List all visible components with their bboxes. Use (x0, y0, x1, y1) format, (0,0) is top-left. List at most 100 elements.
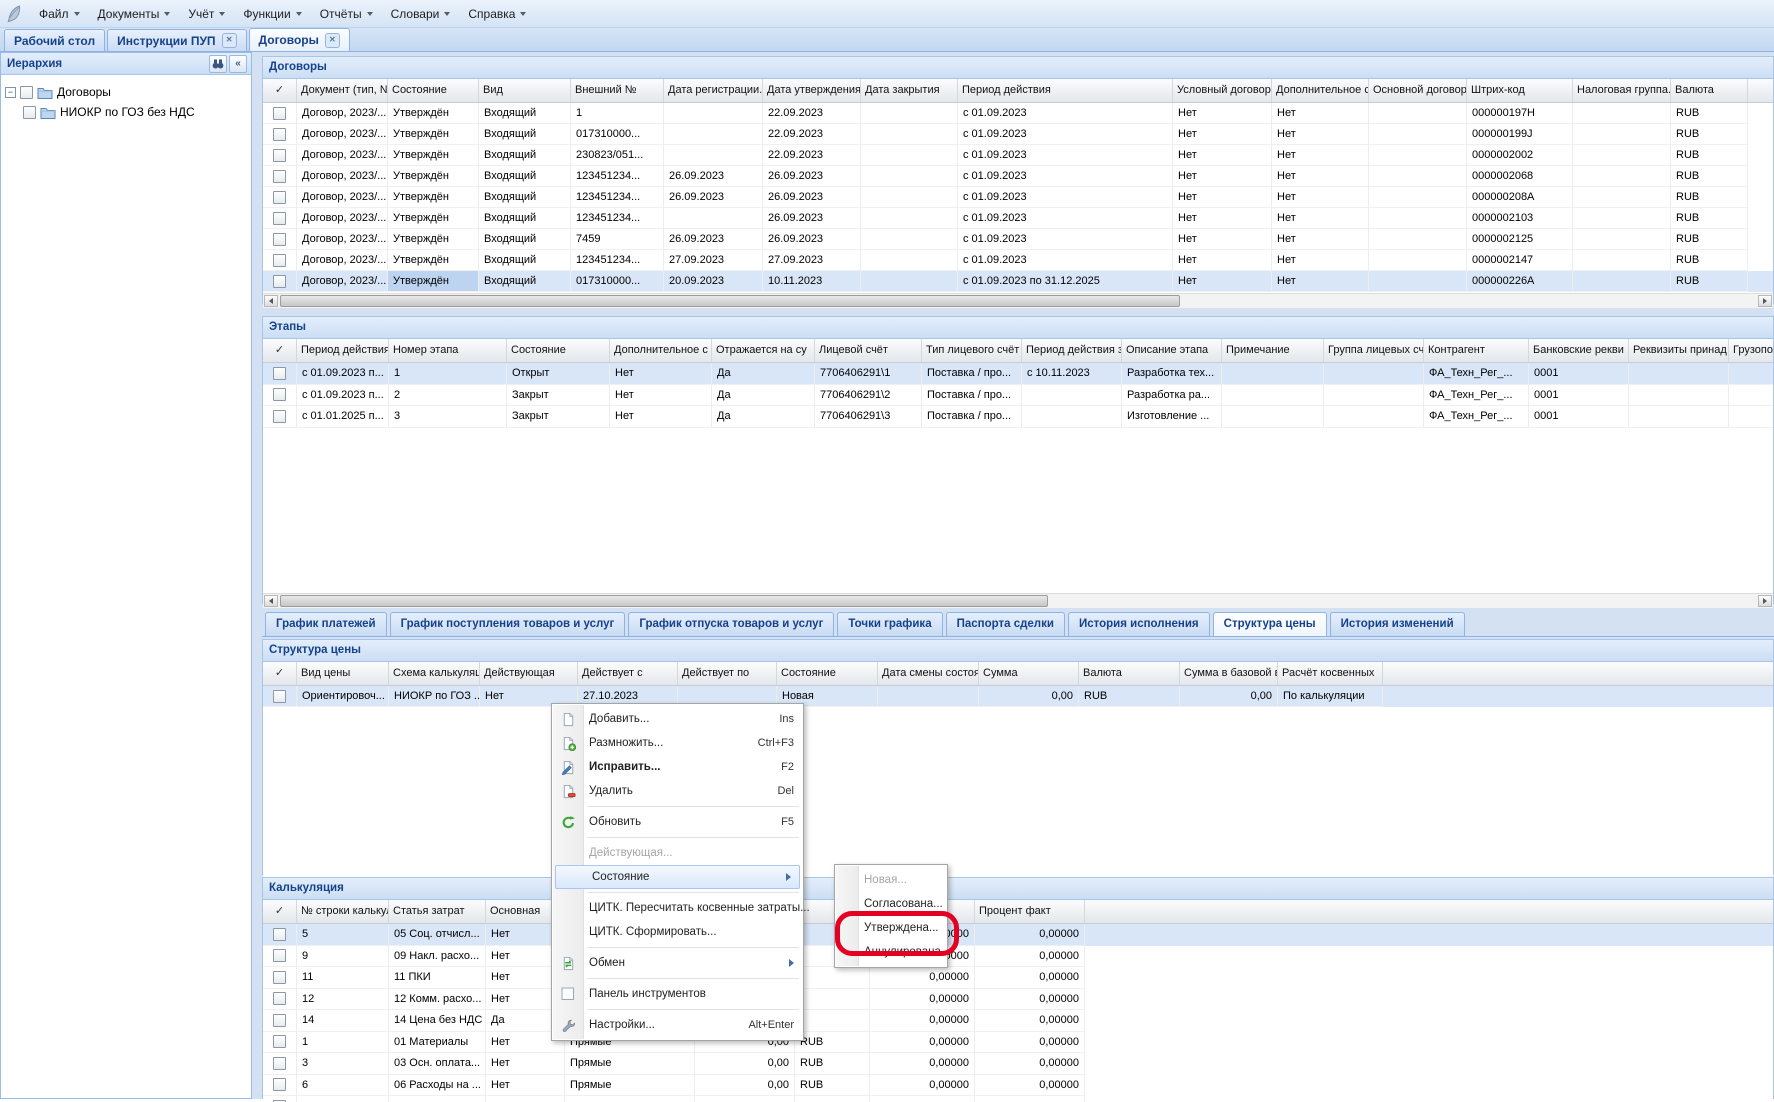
row-checkbox[interactable] (273, 367, 286, 380)
column-header[interactable]: Грузополучатель (1729, 339, 1773, 362)
column-header[interactable]: Дата утверждения (763, 79, 861, 102)
row-checkbox[interactable] (273, 149, 286, 162)
table-row[interactable]: 303 Осн. оплата...НетПрямые0,00RUB0,0000… (263, 1053, 1773, 1075)
column-header[interactable]: Валюта (1671, 79, 1748, 102)
table-row[interactable]: с 01.01.2025 п...3ЗакрытНетДа7706406291\… (263, 406, 1773, 428)
select-all-column-header[interactable]: ✓ (263, 339, 297, 362)
column-header[interactable]: Валюта (1079, 662, 1180, 685)
column-header[interactable]: Дополнительное с (1272, 79, 1369, 102)
row-checkbox[interactable] (273, 971, 286, 984)
row-checkbox[interactable] (273, 212, 286, 225)
table-row[interactable] (263, 1096, 1773, 1102)
row-checkbox[interactable] (273, 1035, 286, 1048)
scroll-left-button[interactable] (264, 595, 278, 607)
column-header[interactable]: Реквизиты принад (1629, 339, 1729, 362)
row-checkbox[interactable] (273, 1057, 286, 1070)
menu-item[interactable]: Обмен (553, 951, 802, 975)
main-tab[interactable]: Договоры✕ (249, 28, 350, 51)
tree-node[interactable]: −Договоры (5, 82, 247, 102)
column-header[interactable]: Условный договор (1173, 79, 1272, 102)
row-checkbox[interactable] (273, 949, 286, 962)
table-row[interactable]: Договор, 2023/...УтверждёнВходящий017310… (263, 271, 1773, 292)
column-header[interactable]: Схема калькуляци (389, 662, 480, 685)
row-checkbox[interactable] (273, 107, 286, 120)
table-row[interactable]: Договор, 2023/...УтверждёнВходящий123451… (263, 187, 1773, 208)
tree-node-checkbox[interactable] (23, 106, 36, 119)
column-header[interactable]: Налоговая группа. (1573, 79, 1671, 102)
tab-close-icon[interactable]: ✕ (325, 33, 340, 48)
column-header[interactable]: Штрих-код (1467, 79, 1573, 102)
table-row[interactable]: 1111 ПКИНет0,000000,00000 (263, 967, 1773, 989)
row-checkbox[interactable] (273, 1014, 286, 1027)
menubar-item[interactable]: Документы (89, 4, 180, 24)
column-header[interactable]: Банковские рекви (1529, 339, 1629, 362)
table-row[interactable]: 1414 Цена без НДСДа0,000000,00000 (263, 1010, 1773, 1032)
detail-tab[interactable]: График отпуска товаров и услуг (628, 612, 834, 636)
detail-tab[interactable]: Точки графика (837, 612, 942, 636)
menu-item[interactable]: Новая... (836, 868, 946, 892)
column-header[interactable]: Номер этапа (389, 339, 507, 362)
menubar-item[interactable]: Словари (382, 4, 460, 24)
column-header[interactable]: Дата смены состоя (878, 662, 979, 685)
column-header[interactable]: Состояние (388, 79, 479, 102)
menubar-item[interactable]: Функции (234, 4, 310, 24)
select-all-column-header[interactable]: ✓ (263, 79, 297, 102)
menu-item[interactable]: ОбновитьF5 (553, 810, 802, 834)
column-header[interactable]: Контрагент (1424, 339, 1529, 362)
select-all-column-header[interactable]: ✓ (263, 900, 297, 923)
column-header[interactable]: Дополнительное с (610, 339, 712, 362)
detail-tab[interactable]: График платежей (265, 612, 387, 636)
menu-item[interactable]: Размножить...Ctrl+F3 (553, 731, 802, 755)
column-header[interactable]: Документ (тип, № (297, 79, 388, 102)
column-header[interactable]: Примечание (1222, 339, 1324, 362)
column-header[interactable]: Отражается на су (712, 339, 815, 362)
column-header[interactable]: Внешний № (571, 79, 664, 102)
column-header[interactable]: Лицевой счёт (815, 339, 922, 362)
menu-item[interactable]: УдалитьDel (553, 779, 802, 803)
table-row[interactable]: Договор, 2023/...УтверждёнВходящий123451… (263, 208, 1773, 229)
column-header[interactable]: Процент факт (975, 900, 1085, 923)
menu-item[interactable]: Настройки...Alt+Enter (553, 1013, 802, 1037)
row-checkbox[interactable] (273, 928, 286, 941)
column-header[interactable]: Расчёт косвенных (1278, 662, 1383, 685)
column-header[interactable]: Статья затрат (389, 900, 486, 923)
column-header[interactable]: Сумма в базовой в (1180, 662, 1278, 685)
scrollbar-thumb[interactable] (280, 595, 1048, 607)
select-all-column-header[interactable]: ✓ (263, 662, 297, 685)
column-header[interactable]: № строки калькул (297, 900, 389, 923)
column-header[interactable]: Состояние (507, 339, 610, 362)
table-row[interactable]: Договор, 2023/...УтверждёнВходящий230823… (263, 145, 1773, 166)
row-checkbox[interactable] (273, 254, 286, 267)
column-header[interactable]: Действует с (578, 662, 678, 685)
main-tab[interactable]: Рабочий стол (4, 29, 105, 51)
menu-item[interactable]: Панель инструментов (553, 982, 802, 1006)
detail-tab[interactable]: Паспорта сделки (946, 612, 1065, 636)
table-row[interactable]: 101 МатериалыНетПрямые0,00RUB0,000000,00… (263, 1032, 1773, 1054)
tree-node[interactable]: НИОКР по ГОЗ без НДС (5, 102, 247, 122)
panel-splitter[interactable] (252, 52, 262, 1099)
scroll-left-button[interactable] (264, 295, 278, 307)
row-checkbox[interactable] (273, 992, 286, 1005)
row-checkbox[interactable] (273, 388, 286, 401)
detail-tab[interactable]: История исполнения (1068, 612, 1210, 636)
row-checkbox[interactable] (273, 410, 286, 423)
stages-hscrollbar[interactable] (263, 593, 1773, 608)
menubar-item[interactable]: Файл (30, 4, 89, 24)
table-row[interactable]: Договор, 2023/...УтверждёнВходящий017310… (263, 124, 1773, 145)
scroll-right-button[interactable] (1758, 295, 1772, 307)
column-header[interactable]: Период действия з (1022, 339, 1122, 362)
contracts-hscrollbar[interactable] (263, 293, 1773, 308)
column-header[interactable]: Описание этапа (1122, 339, 1222, 362)
menubar-item[interactable]: Справка (459, 4, 535, 24)
table-row[interactable]: Договор, 2023/...УтверждёнВходящий745926… (263, 229, 1773, 250)
detail-tab[interactable]: Структура цены (1213, 612, 1327, 636)
menu-item[interactable]: Действующая... (553, 841, 802, 865)
detail-tab[interactable]: История изменений (1330, 612, 1465, 636)
main-tab[interactable]: Инструкции ПУП✕ (107, 29, 246, 51)
row-checkbox[interactable] (273, 690, 286, 703)
column-header[interactable]: Вид (479, 79, 571, 102)
menu-item[interactable]: ЦИТК. Сформировать... (553, 920, 802, 944)
column-header[interactable]: Период действия.. (297, 339, 389, 362)
menu-item[interactable]: Исправить...F2 (553, 755, 802, 779)
column-header[interactable]: Состояние (777, 662, 878, 685)
